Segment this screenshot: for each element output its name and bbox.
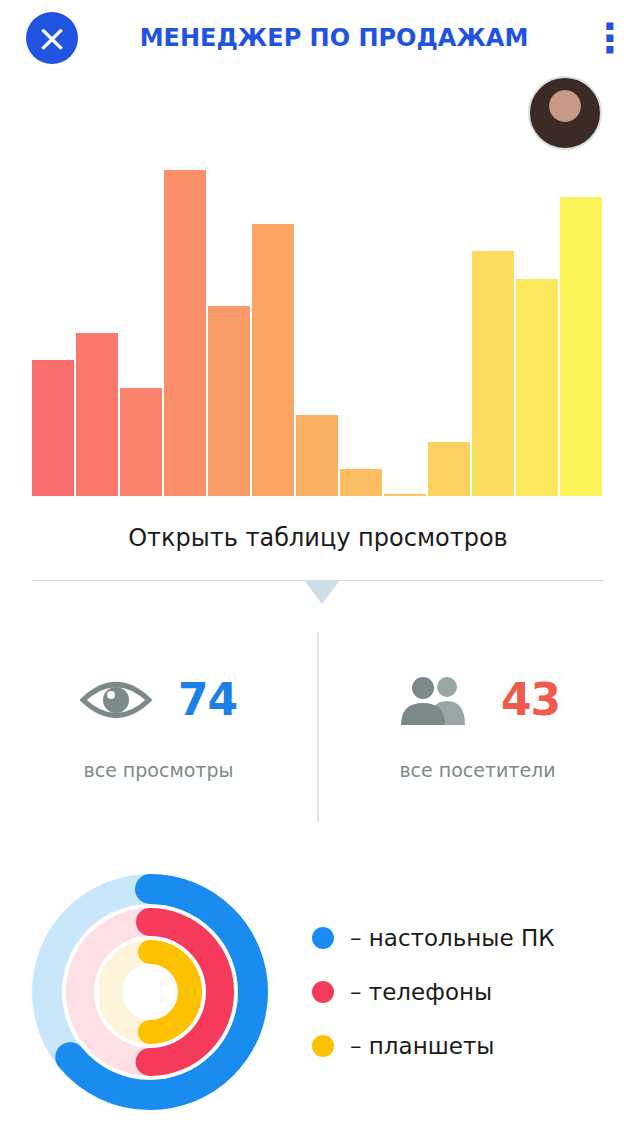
people-icon <box>395 675 475 725</box>
close-button[interactable]: × <box>26 12 78 64</box>
legend: – настольные ПК – телефоны – планшеты <box>312 922 555 1062</box>
stats: 74 все просмотры 43 все посетители <box>0 632 636 822</box>
bar[interactable] <box>208 306 250 496</box>
donut-chart <box>30 872 270 1112</box>
header: × МЕНЕДЖЕР ПО ПРОДАЖАМ ⋮ <box>0 0 636 76</box>
bar[interactable] <box>296 415 338 496</box>
legend-item: – планшеты <box>312 1030 555 1062</box>
bar[interactable] <box>252 224 294 496</box>
pointer-icon <box>304 580 340 604</box>
ring-arc[interactable] <box>80 922 220 1062</box>
ring-track <box>110 952 190 1032</box>
ring-track <box>80 922 220 1062</box>
legend-dot <box>312 981 334 1003</box>
legend-item: – настольные ПК <box>312 922 555 954</box>
legend-dot <box>312 927 334 949</box>
avatar-row <box>0 76 636 150</box>
bar[interactable] <box>428 442 470 496</box>
legend-item: – телефоны <box>312 976 555 1008</box>
bar[interactable] <box>340 469 382 496</box>
eye-icon <box>80 677 152 723</box>
ring-arc[interactable] <box>110 952 190 1032</box>
legend-dot <box>312 1035 334 1057</box>
ring-track <box>47 889 253 1095</box>
bar-chart <box>0 150 636 496</box>
bar[interactable] <box>120 388 162 496</box>
divider <box>32 580 604 581</box>
stat-value: 43 <box>501 674 560 725</box>
bar[interactable] <box>516 279 558 496</box>
bar[interactable] <box>76 333 118 496</box>
open-table-link[interactable]: Открыть таблицу просмотров <box>0 496 636 580</box>
devices: – настольные ПК – телефоны – планшеты <box>0 872 636 1112</box>
bar[interactable] <box>560 197 602 496</box>
bar[interactable] <box>32 360 74 496</box>
stat: 43 все посетители <box>317 632 636 822</box>
screen: × МЕНЕДЖЕР ПО ПРОДАЖАМ ⋮ Открыть таблицу… <box>0 0 636 1132</box>
bar[interactable] <box>164 170 206 496</box>
stat-label: все посетители <box>399 759 555 781</box>
ring-arc[interactable] <box>47 889 253 1095</box>
title: МЕНЕДЖЕР ПО ПРОДАЖАМ <box>90 24 578 52</box>
stat-value: 74 <box>178 674 237 725</box>
avatar[interactable] <box>528 76 602 150</box>
stat: 74 все просмотры <box>0 632 317 822</box>
bar[interactable] <box>472 251 514 496</box>
menu-button[interactable]: ⋮ <box>590 15 614 61</box>
stat-label: все просмотры <box>83 759 233 781</box>
